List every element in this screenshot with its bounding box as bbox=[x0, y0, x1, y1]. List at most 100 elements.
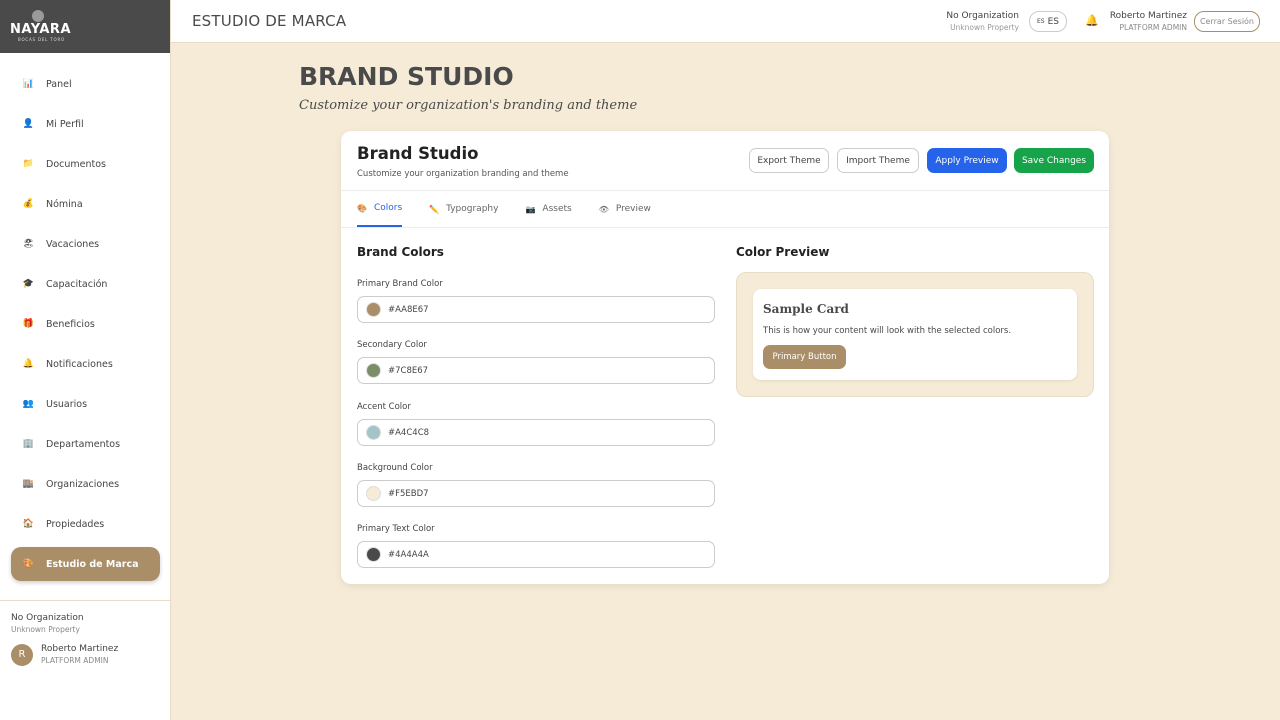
office-icon: 🏬 bbox=[22, 479, 35, 489]
money-bag-icon: 💰 bbox=[22, 199, 35, 209]
language-selector[interactable]: ES ES bbox=[1029, 11, 1067, 32]
sidebar-item-notificaciones[interactable]: 🔔 Notificaciones bbox=[11, 347, 160, 381]
text-color-swatch[interactable] bbox=[366, 547, 381, 562]
logout-button[interactable]: Cerrar Sesión bbox=[1194, 11, 1260, 32]
page-title: BRAND STUDIO bbox=[299, 62, 514, 91]
brand-tagline: BOCAS DEL TORO bbox=[18, 37, 65, 42]
brand-logo[interactable]: NAYARA BOCAS DEL TORO bbox=[0, 0, 170, 53]
flag-icon: ES bbox=[1036, 18, 1045, 25]
secondary-color-label: Secondary Color bbox=[357, 340, 427, 350]
sidebar-item-estudio-de-marca[interactable]: 🎨 Estudio de Marca bbox=[11, 547, 160, 581]
person-icon: 👤 bbox=[22, 119, 35, 129]
beach-icon: 🏖 bbox=[22, 239, 35, 249]
brand-colors-title: Brand Colors bbox=[357, 245, 444, 259]
background-color-value: #F5EBD7 bbox=[388, 488, 429, 499]
sample-card-text: This is how your content will look with … bbox=[763, 326, 1012, 336]
save-changes-button[interactable]: Save Changes bbox=[1014, 148, 1094, 173]
sidebar-item-mi-perfil[interactable]: 👤 Mi Perfil bbox=[11, 107, 160, 141]
sidebar-item-usuarios[interactable]: 👥 Usuarios bbox=[11, 387, 160, 421]
primary-color-swatch[interactable] bbox=[366, 302, 381, 317]
bar-chart-icon: 📊 bbox=[22, 79, 35, 89]
sidebar-item-label: Departamentos bbox=[46, 438, 121, 450]
tab-preview[interactable]: 👁 Preview bbox=[599, 191, 651, 227]
top-user-name: Roberto Martinez bbox=[1109, 11, 1187, 21]
sidebar-item-vacaciones[interactable]: 🏖 Vacaciones bbox=[11, 227, 160, 261]
notifications-bell-icon[interactable]: 🔔 bbox=[1085, 14, 1099, 27]
bell-icon: 🔔 bbox=[22, 359, 35, 369]
sidebar-item-organizaciones[interactable]: 🏬 Organizaciones bbox=[11, 467, 160, 501]
top-bar-title: ESTUDIO DE MARCA bbox=[192, 12, 347, 30]
sample-card: Sample Card This is how your content wil… bbox=[753, 289, 1077, 380]
gift-icon: 🎁 bbox=[22, 319, 35, 329]
tab-colors[interactable]: 🎨 Colors bbox=[357, 191, 403, 227]
divider bbox=[341, 227, 1109, 228]
tab-label: Assets bbox=[542, 204, 572, 214]
footer-user-name: Roberto Martinez bbox=[41, 644, 119, 654]
tab-label: Typography bbox=[446, 204, 499, 214]
text-color-field[interactable]: #4A4A4A bbox=[357, 541, 715, 568]
sidebar-item-panel[interactable]: 📊 Panel bbox=[11, 67, 160, 101]
brand-studio-card: Brand Studio Customize your organization… bbox=[341, 131, 1109, 584]
primary-color-field[interactable]: #AA8E67 bbox=[357, 296, 715, 323]
sidebar-footer: No Organization Unknown Property R Rober… bbox=[0, 600, 171, 677]
card-title: Brand Studio bbox=[357, 144, 479, 163]
sidebar-item-label: Mi Perfil bbox=[46, 118, 84, 130]
accent-color-field[interactable]: #A4C4C8 bbox=[357, 419, 715, 446]
palette-icon: 🎨 bbox=[357, 203, 367, 213]
brand-name: NAYARA bbox=[10, 22, 71, 37]
camera-icon: 📷 bbox=[525, 204, 536, 214]
sidebar-item-capacitacion[interactable]: 🎓 Capacitación bbox=[11, 267, 160, 301]
accent-color-value: #A4C4C8 bbox=[388, 427, 430, 438]
background-color-swatch[interactable] bbox=[366, 486, 381, 501]
footer-user-role: PLATFORM ADMIN bbox=[41, 656, 109, 665]
sample-card-title: Sample Card bbox=[763, 302, 849, 316]
card-description: Customize your organization branding and… bbox=[357, 169, 569, 179]
apply-preview-button[interactable]: Apply Preview bbox=[927, 148, 1007, 173]
background-color-field[interactable]: #F5EBD7 bbox=[357, 480, 715, 507]
tab-assets[interactable]: 📷 Assets bbox=[525, 191, 571, 227]
sample-primary-button[interactable]: Primary Button bbox=[763, 345, 846, 369]
sidebar-item-documentos[interactable]: 📁 Documentos bbox=[11, 147, 160, 181]
tab-bar: 🎨 Colors ✏️ Typography 📷 Assets 👁 Previe… bbox=[357, 191, 678, 227]
house-icon: 🏠 bbox=[22, 519, 35, 529]
users-icon: 👥 bbox=[22, 399, 35, 409]
sidebar-item-label: Beneficios bbox=[46, 318, 95, 330]
pencil-icon: ✏️ bbox=[429, 204, 440, 214]
sidebar-item-nomina[interactable]: 💰 Nómina bbox=[11, 187, 160, 221]
sidebar-item-departamentos[interactable]: 🏢 Departamentos bbox=[11, 427, 160, 461]
primary-color-value: #AA8E67 bbox=[388, 304, 429, 315]
color-preview-box: Sample Card This is how your content wil… bbox=[736, 272, 1094, 397]
sidebar-item-propiedades[interactable]: 🏠 Propiedades bbox=[11, 507, 160, 541]
tab-label: Preview bbox=[615, 204, 651, 214]
accent-color-swatch[interactable] bbox=[366, 425, 381, 440]
import-theme-button[interactable]: Import Theme bbox=[837, 148, 919, 173]
sidebar-item-label: Organizaciones bbox=[46, 478, 120, 490]
page-subtitle: Customize your organization's branding a… bbox=[299, 98, 638, 113]
top-org-info: No Organization Unknown Property bbox=[936, 10, 1019, 33]
sidebar: NAYARA BOCAS DEL TORO 📊 Panel 👤 Mi Perfi… bbox=[0, 0, 171, 720]
eye-icon: 👁 bbox=[598, 204, 609, 214]
text-color-label: Primary Text Color bbox=[357, 524, 435, 534]
footer-user[interactable]: R Roberto Martinez PLATFORM ADMIN bbox=[11, 643, 160, 666]
avatar: R bbox=[11, 643, 33, 666]
secondary-color-field[interactable]: #7C8E67 bbox=[357, 357, 715, 384]
secondary-color-swatch[interactable] bbox=[366, 363, 381, 378]
sidebar-item-label: Panel bbox=[46, 78, 72, 90]
background-color-label: Background Color bbox=[357, 463, 433, 473]
sidebar-nav: 📊 Panel 👤 Mi Perfil 📁 Documentos 💰 Nómin… bbox=[11, 67, 160, 587]
export-theme-button[interactable]: Export Theme bbox=[749, 148, 829, 173]
sidebar-item-label: Nómina bbox=[46, 198, 83, 210]
sidebar-item-label: Notificaciones bbox=[46, 358, 113, 370]
color-preview-title: Color Preview bbox=[736, 245, 830, 259]
language-label: ES bbox=[1047, 16, 1059, 27]
tab-typography[interactable]: ✏️ Typography bbox=[429, 191, 498, 227]
footer-property: Unknown Property bbox=[11, 625, 80, 634]
graduation-cap-icon: 🎓 bbox=[22, 279, 35, 289]
sidebar-item-label: Propiedades bbox=[46, 518, 105, 530]
sidebar-item-label: Estudio de Marca bbox=[46, 558, 139, 570]
top-org-property: Unknown Property bbox=[950, 23, 1019, 32]
accent-color-label: Accent Color bbox=[357, 402, 411, 412]
sidebar-item-beneficios[interactable]: 🎁 Beneficios bbox=[11, 307, 160, 341]
sidebar-item-label: Usuarios bbox=[46, 398, 88, 410]
footer-org: No Organization bbox=[11, 613, 84, 623]
